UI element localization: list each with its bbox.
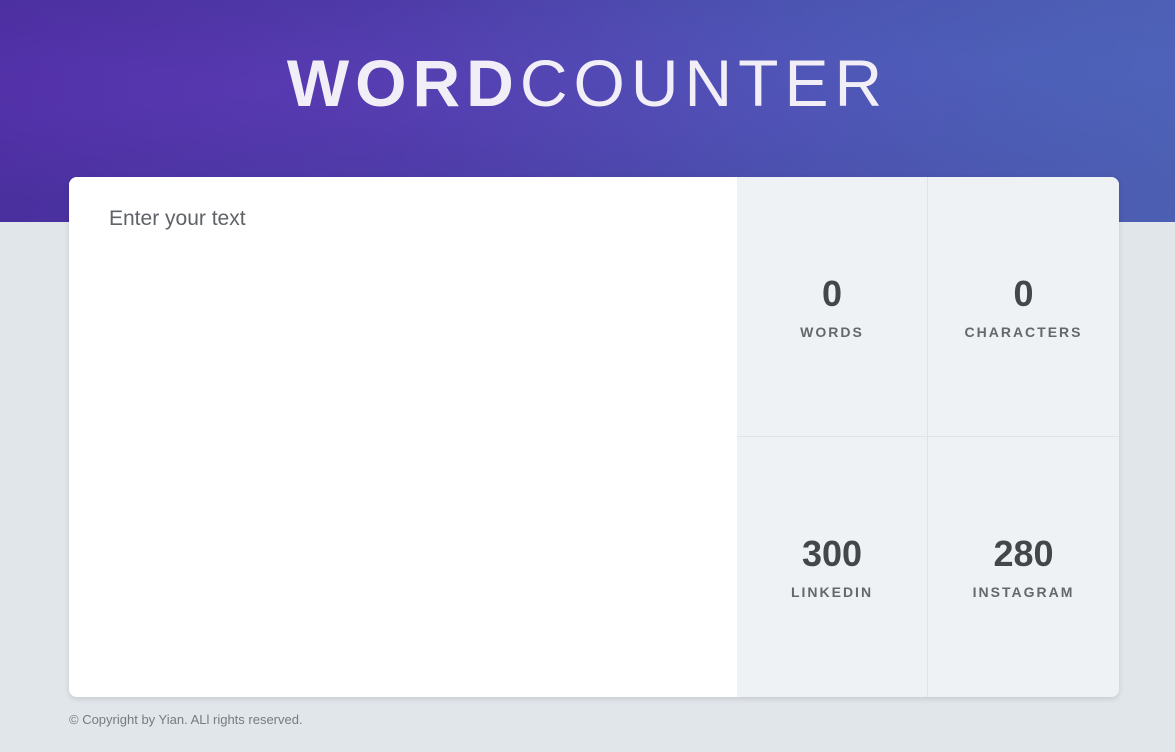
stat-label: LINKEDIN [790,584,874,600]
stat-linkedin: 300 LINKEDIN [737,437,928,697]
stat-characters: 0 CHARACTERS [928,177,1119,437]
stat-label: CHARACTERS [964,323,1083,340]
counter-card: 0 WORDS 0 CHARACTERS 300 LINKEDIN 280 IN… [69,177,1119,697]
footer-copyright: © Copyright by Yian. ALl rights reserved… [69,712,303,727]
stat-label: INSTAGRAM [972,584,1075,600]
page: WORDCOUNTER 0 WORDS 0 CHARACTERS 300 LIN… [0,0,1175,752]
stat-instagram: 280 INSTAGRAM [928,437,1119,697]
stat-value: 0 [1013,272,1034,314]
logo-word: WORD [286,46,520,120]
stat-label: WORDS [800,323,864,340]
stat-value: 0 [821,272,843,314]
stat-words: 0 WORDS [737,177,928,437]
logo-counter: COUNTER [519,46,889,120]
app-logo: WORDCOUNTER [0,48,1175,118]
stat-value: 300 [801,533,863,574]
stats-panel: 0 WORDS 0 CHARACTERS 300 LINKEDIN 280 IN… [737,177,1119,697]
text-input[interactable] [69,177,737,697]
stat-value: 280 [993,533,1054,574]
